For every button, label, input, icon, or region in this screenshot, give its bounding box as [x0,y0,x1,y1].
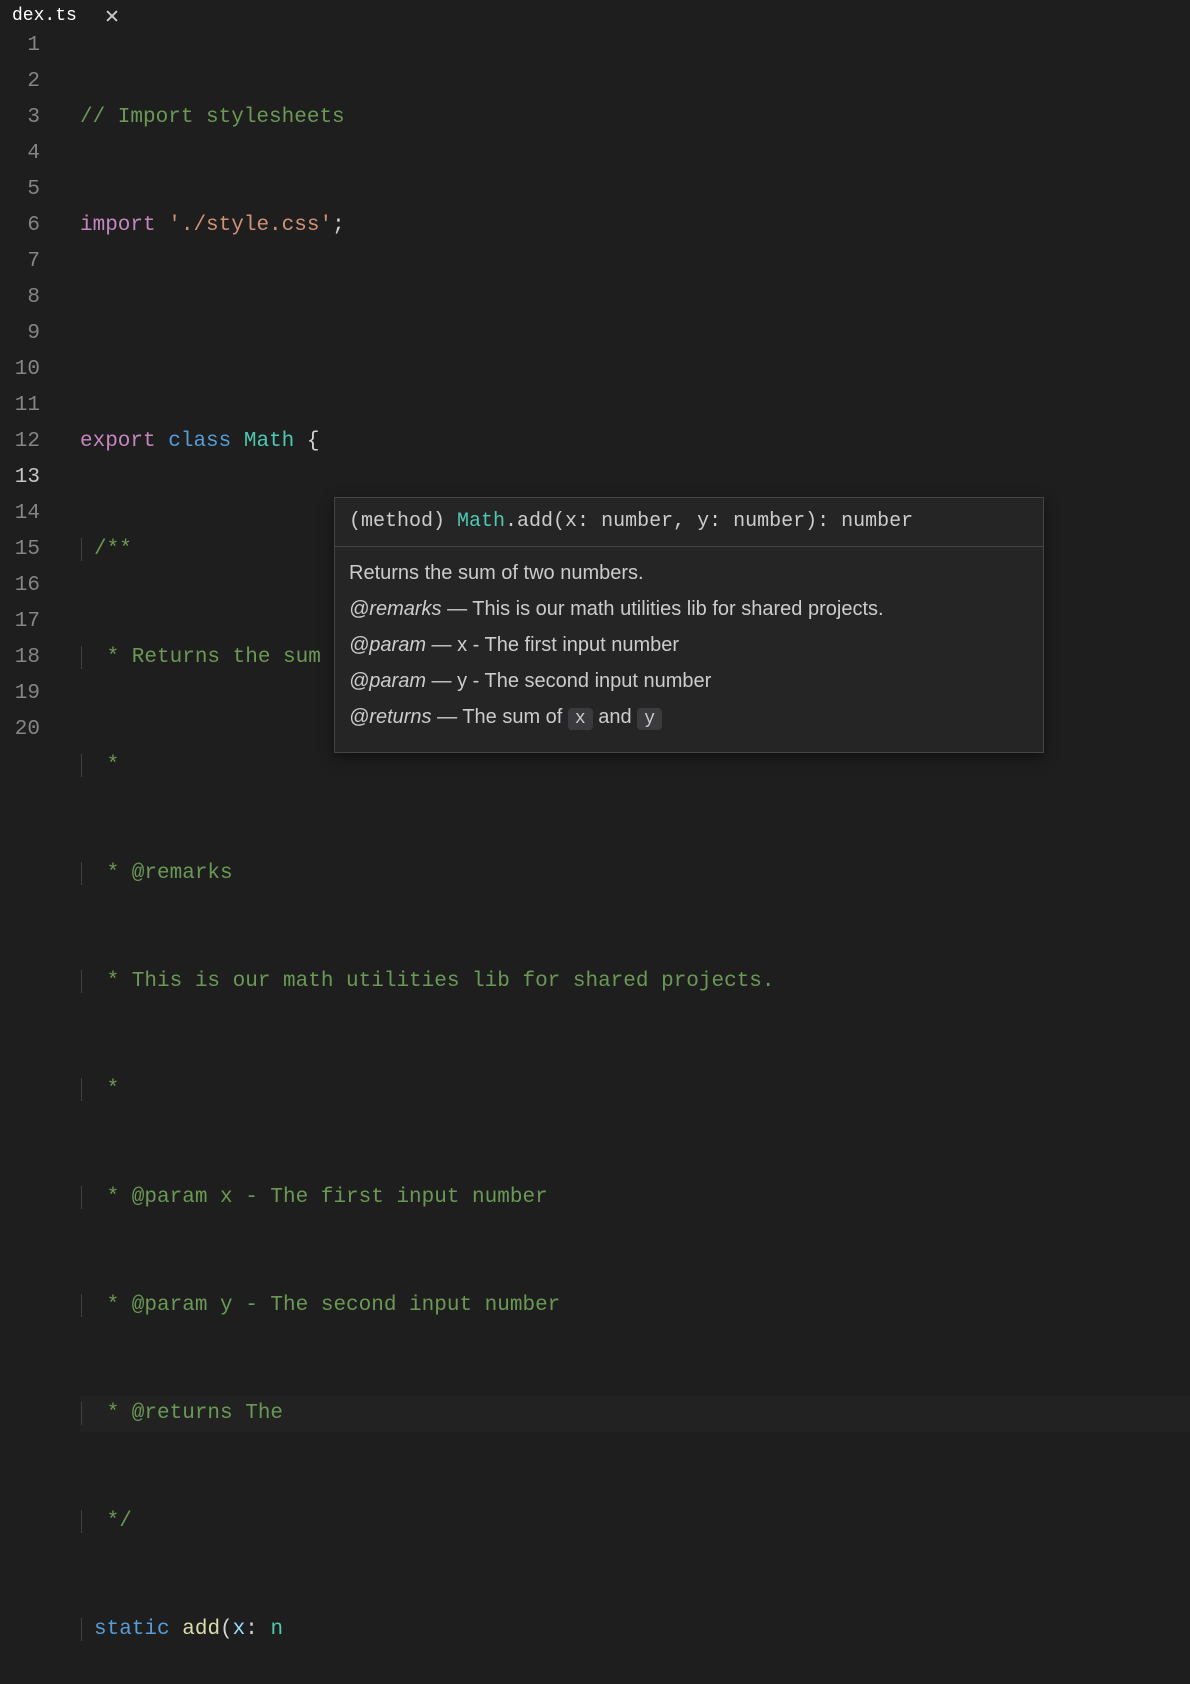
code-string: './style.css' [168,214,332,237]
line-number: 19 [0,676,40,712]
doc-comment: * [94,1078,119,1101]
line-number: 14 [0,496,40,532]
line-number: 9 [0,316,40,352]
hover-body: Returns the sum of two numbers. @remarks… [335,547,1043,752]
tag-param: @param [349,670,426,692]
line-number-gutter: 1234567891011121314151617181920 [0,28,58,842]
code-pill: x [568,708,593,730]
line-number: 17 [0,604,40,640]
doc-comment: */ [94,1510,132,1533]
line-number: 13 [0,460,40,496]
hover-summary: Returns the sum of two numbers. [349,557,1029,589]
doc-comment: * @param x - The first input number [94,1186,548,1209]
doc-comment: * @returns The [94,1402,283,1425]
line-number: 11 [0,388,40,424]
line-number: 3 [0,100,40,136]
tag-returns: @returns [349,706,432,728]
line-number: 16 [0,568,40,604]
code-pill: y [637,708,662,730]
line-number: 7 [0,244,40,280]
tag-remarks: @remarks [349,598,442,620]
code-comment: // Import stylesheets [80,106,345,129]
editor: 1234567891011121314151617181920 // Impor… [0,28,1190,842]
file-tab[interactable]: dex.ts [0,6,131,28]
hover-tooltip[interactable]: (method) Math.add(x: number, y: number):… [334,497,1044,753]
line-number: 2 [0,64,40,100]
hover-signature: (method) Math.add(x: number, y: number):… [335,498,1043,547]
tab-bar: dex.ts [0,0,1190,28]
line-number: 12 [0,424,40,460]
code-punct: ; [332,214,345,237]
class-name: Math [244,430,294,453]
doc-comment: * @param y - The second input number [94,1294,560,1317]
line-number: 1 [0,28,40,64]
fn-name: add [182,1618,220,1641]
kw-export: export [80,430,156,453]
line-number: 18 [0,640,40,676]
line-number: 8 [0,280,40,316]
tab-filename: dex.ts [12,6,77,26]
doc-comment: /** [94,538,132,561]
kw-static: static [94,1618,170,1641]
line-number: 6 [0,208,40,244]
line-number: 15 [0,532,40,568]
line-number: 10 [0,352,40,388]
doc-comment: * @remarks [94,862,233,885]
tag-param: @param [349,634,426,656]
line-number: 5 [0,172,40,208]
kw-class: class [168,430,231,453]
doc-comment: * This is our math utilities lib for sha… [94,970,775,993]
kw-import: import [80,214,156,237]
code-punct: { [294,430,319,453]
doc-comment: * [94,754,119,777]
close-icon[interactable] [105,9,119,23]
line-number: 4 [0,136,40,172]
line-number: 20 [0,712,40,748]
